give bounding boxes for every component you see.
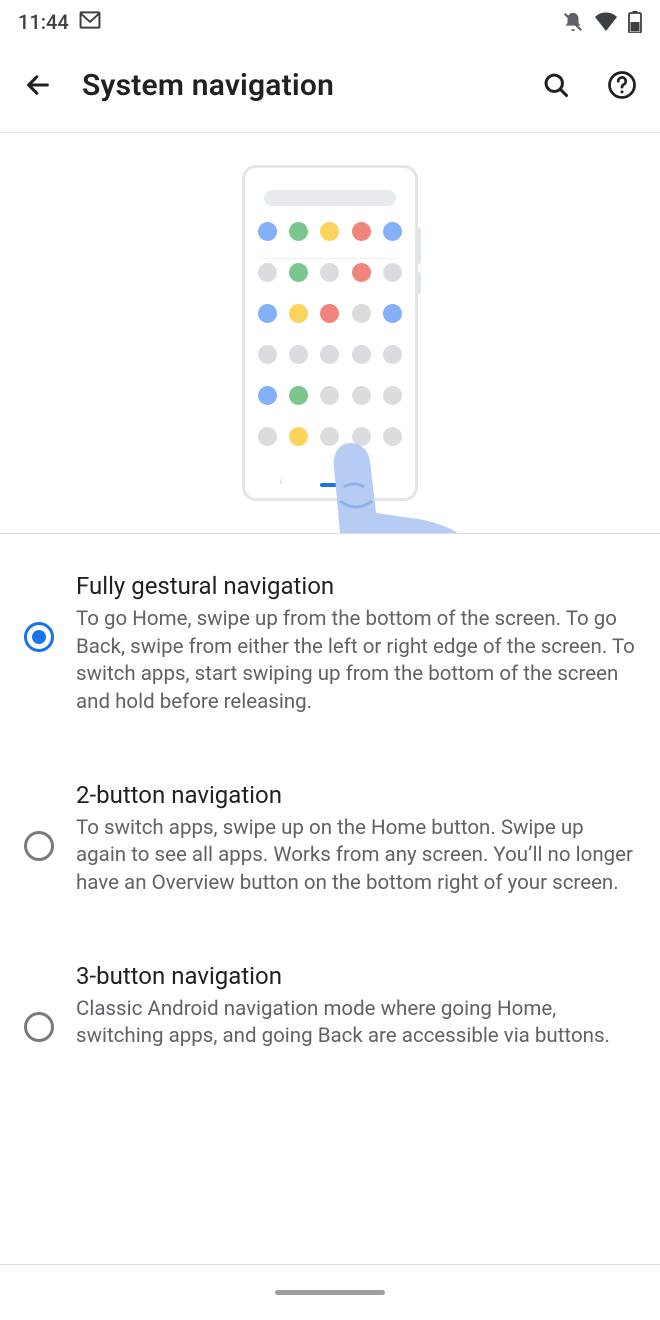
option-body: 2-button navigation To switch apps, swip… — [76, 781, 636, 898]
option-desc: Classic Android navigation mode where go… — [76, 996, 636, 1051]
option-fully-gestural[interactable]: Fully gestural navigation To go Home, sw… — [0, 534, 660, 743]
radio-selected-icon — [24, 622, 54, 652]
page-title: System navigation — [82, 68, 512, 103]
navigation-illustration: ‹ — [0, 133, 660, 533]
illustration-phone: ‹ — [242, 165, 418, 501]
option-body: 3-button navigation Classic Android navi… — [76, 962, 636, 1051]
option-3-button[interactable]: 3-button navigation Classic Android navi… — [0, 924, 660, 1077]
gesture-handle-icon — [275, 1290, 385, 1295]
mail-icon — [79, 10, 101, 34]
status-time: 11:44 — [18, 10, 69, 34]
option-title: Fully gestural navigation — [76, 572, 636, 600]
radio-unselected-icon — [24, 1012, 54, 1042]
back-button[interactable] — [16, 63, 60, 107]
radio-unselected-icon — [24, 831, 54, 861]
status-bar: 11:44 — [0, 0, 660, 44]
navigation-options: Fully gestural navigation To go Home, sw… — [0, 534, 660, 1077]
wifi-icon — [594, 12, 618, 32]
option-desc: To switch apps, swipe up on the Home but… — [76, 815, 636, 898]
status-left: 11:44 — [18, 10, 101, 34]
option-title: 3-button navigation — [76, 962, 636, 990]
option-2-button[interactable]: 2-button navigation To switch apps, swip… — [0, 743, 660, 924]
dnd-off-icon — [562, 11, 584, 33]
help-button[interactable] — [600, 63, 644, 107]
app-bar: System navigation — [0, 44, 660, 126]
battery-icon — [628, 11, 642, 33]
option-body: Fully gestural navigation To go Home, sw… — [76, 572, 636, 717]
option-title: 2-button navigation — [76, 781, 636, 809]
option-desc: To go Home, swipe up from the bottom of … — [76, 606, 636, 717]
status-right — [562, 11, 642, 33]
system-gesture-bar[interactable] — [0, 1264, 660, 1320]
search-button[interactable] — [534, 63, 578, 107]
